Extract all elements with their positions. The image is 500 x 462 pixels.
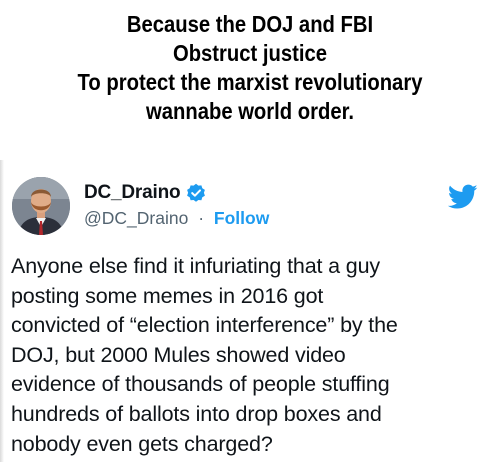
caption-line: Because the DOJ and FBI <box>126 11 374 37</box>
tweet-text-line: convicted of “election interference” by … <box>11 313 398 338</box>
caption-line: wannabe world order. <box>145 98 355 124</box>
tweet-text: Anyone else find it infuriating that a g… <box>11 252 497 459</box>
verified-badge-icon <box>186 183 206 203</box>
user-handle[interactable]: @DC_Draino <box>84 208 188 228</box>
caption-line: Obstruct justice <box>172 40 328 66</box>
user-name-row: DC_Draino <box>84 180 206 206</box>
follow-button[interactable]: Follow <box>214 208 269 228</box>
tweet-text-line: nobody even gets charged? <box>11 431 273 456</box>
handle-row: @DC_Draino · Follow <box>84 208 269 229</box>
twitter-bird-icon[interactable] <box>447 184 478 210</box>
tweet-text-line: posting some memes in 2016 got <box>11 283 324 308</box>
tweet-text-line: evidence of thousands of people stuffing <box>11 372 390 397</box>
separator-dot: · <box>198 208 205 228</box>
card-edge-shadow <box>0 160 4 462</box>
caption-line: To protect the marxist revolutionary <box>77 69 423 95</box>
meme-caption: Because the DOJ and FBI Obstruct justice… <box>30 10 470 126</box>
tweet-text-line: DOJ, but 2000 Mules showed video <box>11 342 346 367</box>
avatar[interactable] <box>12 177 70 235</box>
tweet-text-line: Anyone else find it infuriating that a g… <box>11 254 380 278</box>
display-name[interactable]: DC_Draino <box>84 182 181 204</box>
tweet-text-line: hundreds of ballots into drop boxes and <box>11 401 382 426</box>
